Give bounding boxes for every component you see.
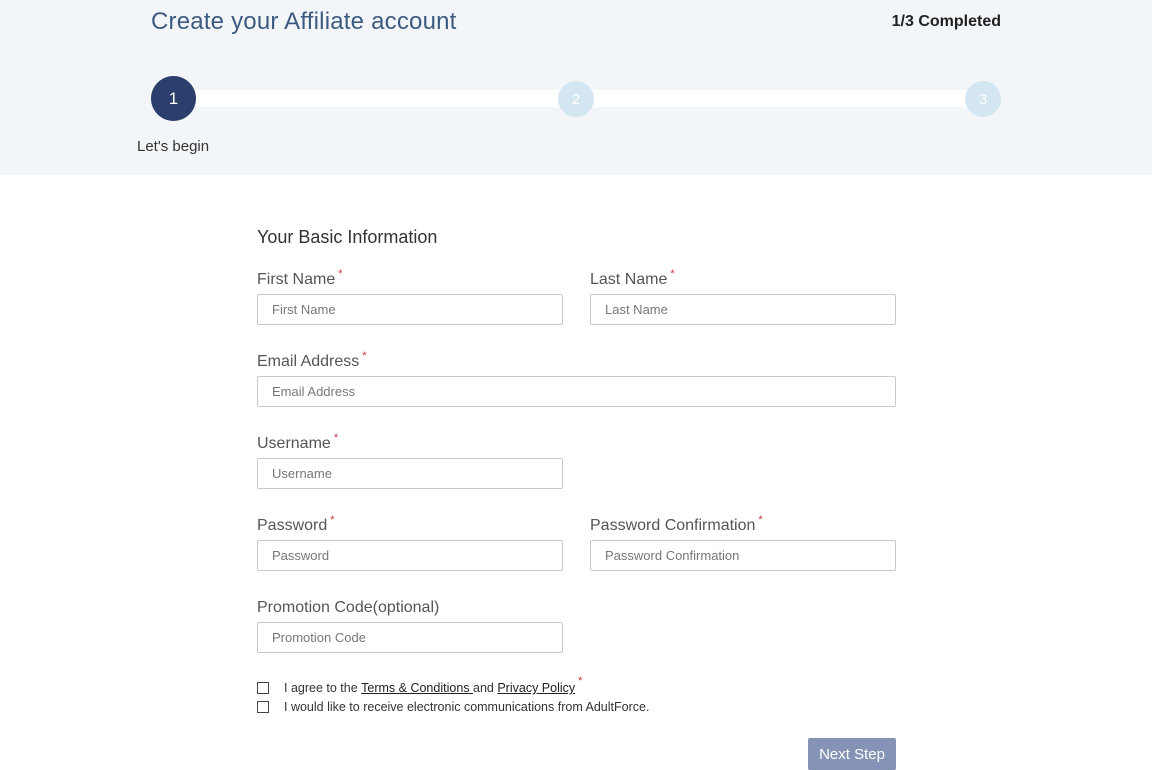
password-label-text: Password	[257, 517, 328, 534]
password-confirmation-label-text: Password Confirmation	[590, 517, 756, 534]
required-marker: *	[362, 350, 367, 362]
step-1-indicator: 1	[151, 76, 196, 121]
password-input[interactable]	[257, 540, 563, 571]
electronic-comms-checkbox[interactable]	[257, 701, 269, 713]
username-label-text: Username	[257, 435, 331, 452]
promotion-code-input[interactable]	[257, 622, 563, 653]
required-marker: *	[578, 675, 583, 687]
last-name-label: Last Name *	[590, 268, 675, 289]
last-name-label-text: Last Name	[590, 271, 668, 288]
email-label: Email Address *	[257, 350, 367, 371]
step-2-indicator: 2	[558, 81, 594, 117]
first-name-label: First Name *	[257, 268, 343, 289]
required-marker: *	[330, 514, 335, 526]
agree-terms-prefix: I agree to the	[284, 681, 362, 695]
agree-terms-row: I agree to the Terms & Conditions and Pr…	[257, 675, 582, 695]
agree-terms-middle: and	[473, 681, 498, 695]
step-caption: Let's begin	[137, 138, 210, 155]
electronic-comms-row: I would like to receive electronic commu…	[257, 700, 649, 714]
required-marker: *	[333, 432, 339, 444]
required-marker: *	[670, 268, 675, 280]
step-3-indicator: 3	[965, 81, 1001, 117]
first-name-input[interactable]	[257, 294, 563, 325]
password-label: Password *	[257, 514, 335, 535]
progress-header: Create your Affiliate account 1/3 Comple…	[0, 0, 1152, 175]
required-marker: *	[758, 514, 763, 526]
terms-conditions-link[interactable]: Terms & Conditions	[361, 681, 473, 695]
email-input[interactable]	[257, 376, 896, 407]
section-title: Your Basic Information	[257, 227, 438, 247]
promotion-code-label: Promotion Code(optional)	[257, 599, 439, 617]
password-confirmation-label: Password Confirmation *	[590, 514, 763, 535]
username-input[interactable]	[257, 458, 563, 489]
agree-terms-checkbox[interactable]	[257, 682, 269, 694]
page-title: Create your Affiliate account	[151, 8, 457, 35]
required-marker: *	[338, 268, 343, 280]
first-name-label-text: First Name	[257, 271, 336, 288]
promotion-code-label-text: Promotion Code(optional)	[257, 599, 440, 616]
username-label: Username *	[257, 432, 339, 453]
electronic-comms-label: I would like to receive electronic commu…	[284, 700, 650, 714]
privacy-policy-link[interactable]: Privacy Policy	[497, 681, 575, 695]
password-confirmation-input[interactable]	[590, 540, 896, 571]
progress-status: 1/3 Completed	[891, 13, 1001, 30]
last-name-input[interactable]	[590, 294, 896, 325]
email-label-text: Email Address	[257, 353, 360, 370]
next-step-button[interactable]: Next Step	[808, 738, 896, 770]
